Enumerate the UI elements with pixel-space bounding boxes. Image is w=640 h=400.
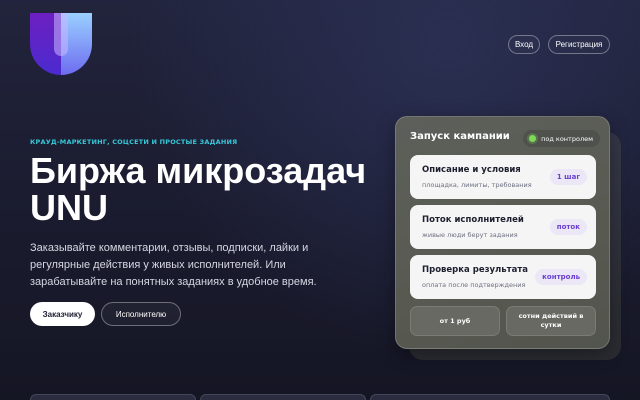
step-subtitle: оплата после подтверждения: [422, 281, 526, 289]
status-dot-icon: [529, 135, 537, 142]
step-subtitle: живые люди берут задания: [422, 231, 518, 239]
section-card: [370, 394, 610, 400]
step-badge: поток: [549, 219, 587, 235]
stat-volume: сотни действий в сутки: [506, 306, 596, 336]
step-subtitle: площадка, лимиты, требования: [422, 181, 532, 189]
section-card: [200, 394, 366, 400]
register-button[interactable]: Регистрация: [548, 35, 610, 54]
section-card: [30, 394, 196, 400]
stat-price: от 1 руб: [410, 306, 500, 336]
card-title: Запуск кампании: [410, 131, 510, 142]
hero-description: Заказывайте комментарии, отзывы, подписк…: [30, 242, 317, 288]
step-verification: Проверка результата оплата после подтвер…: [410, 255, 596, 299]
step-description: Описание и условия площадка, лимиты, тре…: [410, 155, 596, 199]
step-title: Проверка результата: [422, 265, 528, 275]
hero-title: Биржа микрозадач UNU: [30, 152, 366, 226]
step-performers: Поток исполнителей живые люди берут зада…: [410, 205, 596, 249]
hero-buttons: Заказчику Исполнителю: [30, 302, 181, 326]
stat-label: сотни действий в сутки: [518, 312, 584, 329]
login-button[interactable]: Вход: [508, 35, 540, 54]
customer-button[interactable]: Заказчику: [30, 302, 95, 326]
performer-button[interactable]: Исполнителю: [101, 302, 181, 326]
header-actions: Вход Регистрация: [508, 35, 610, 54]
stat-label: от 1 руб: [439, 316, 471, 325]
hero-title-line1: Биржа микрозадач: [30, 150, 367, 191]
step-title: Описание и условия: [422, 165, 521, 175]
hero-eyebrow: КРАУД-МАРКЕТИНГ, СОЦСЕТИ И ПРОСТЫЕ ЗАДАН…: [30, 138, 238, 146]
unu-logo-icon[interactable]: [30, 13, 92, 75]
status-badge: под контролем: [523, 130, 600, 147]
campaign-card: Запуск кампании под контролем Описание и…: [395, 116, 610, 349]
step-badge: 1 шаг: [549, 169, 587, 185]
hero-title-line2: UNU: [30, 187, 108, 228]
step-badge: контроль: [535, 269, 587, 285]
step-title: Поток исполнителей: [422, 215, 524, 225]
status-text: под контролем: [541, 134, 593, 143]
